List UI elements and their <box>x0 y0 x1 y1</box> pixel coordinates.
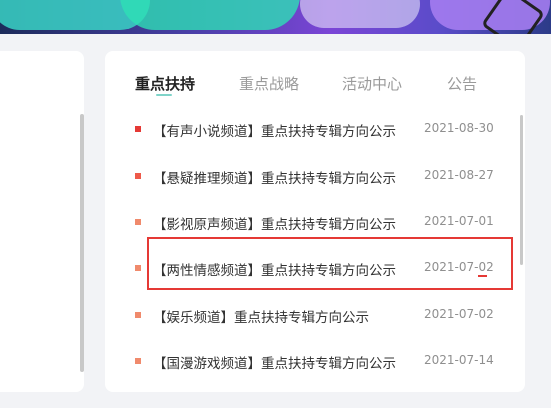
tab-bar: 重点扶持 重点战略 活动中心 公告 <box>105 51 525 111</box>
bullet-icon <box>135 312 141 318</box>
banner-decoration <box>300 0 420 28</box>
list-item[interactable]: 【娱乐频道】重点扶持专辑方向公示 2021-07-02 <box>105 303 525 327</box>
item-title[interactable]: 【悬疑推理频道】重点扶持专辑方向公示 <box>153 167 396 187</box>
left-scrollbar[interactable] <box>80 114 84 372</box>
tab-key-support[interactable]: 重点扶持 <box>135 73 195 94</box>
item-date: 2021-08-27 <box>424 168 494 182</box>
bullet-icon <box>135 126 141 132</box>
list-item[interactable]: 【有声小说频道】重点扶持专辑方向公示 2021-08-30 <box>105 117 525 141</box>
item-title[interactable]: 【国漫游戏频道】重点扶持专辑方向公示 <box>153 352 396 372</box>
tab-announcement[interactable]: 公告 <box>447 73 477 94</box>
item-date: 2021-07-02 <box>424 307 494 321</box>
left-panel <box>0 51 84 392</box>
tab-activity-center[interactable]: 活动中心 <box>342 73 402 94</box>
item-title[interactable]: 【娱乐频道】重点扶持专辑方向公示 <box>153 306 369 326</box>
item-title[interactable]: 【影视原声频道】重点扶持专辑方向公示 <box>153 213 396 233</box>
tab-key-strategy[interactable]: 重点战略 <box>239 73 299 94</box>
active-tab-indicator <box>156 94 172 96</box>
list-item[interactable]: 【国漫游戏频道】重点扶持专辑方向公示 2021-07-14 <box>105 349 525 373</box>
right-scrollbar[interactable] <box>520 115 523 265</box>
text-cursor-mark <box>478 275 487 277</box>
list-item[interactable]: 【悬疑推理频道】重点扶持专辑方向公示 2021-08-27 <box>105 164 525 188</box>
bullet-icon <box>135 219 141 225</box>
item-date: 2021-07-14 <box>424 353 494 367</box>
bullet-icon <box>135 265 141 271</box>
bullet-icon <box>135 358 141 364</box>
item-date: 2021-07-01 <box>424 214 494 228</box>
top-banner <box>0 0 551 34</box>
banner-decoration <box>120 0 300 30</box>
bullet-icon <box>135 173 141 179</box>
highlight-box <box>147 237 513 290</box>
item-date: 2021-08-30 <box>424 121 494 135</box>
list-item[interactable]: 【影视原声频道】重点扶持专辑方向公示 2021-07-01 <box>105 210 525 234</box>
item-title[interactable]: 【有声小说频道】重点扶持专辑方向公示 <box>153 120 396 140</box>
